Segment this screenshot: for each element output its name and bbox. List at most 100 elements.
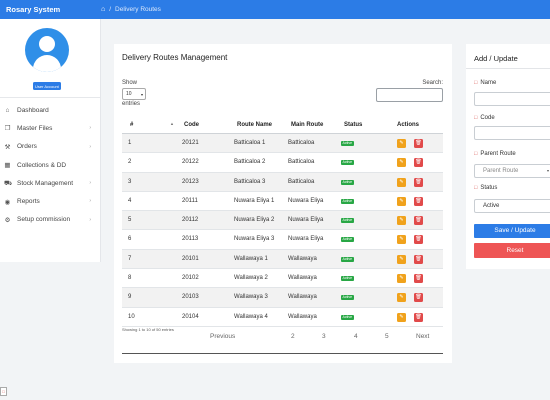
sidebar-item-setup-commission[interactable]: ⚙ Setup commission › bbox=[0, 211, 100, 229]
parent-route-placeholder: Parent Route bbox=[483, 168, 519, 174]
name-label: □ Name bbox=[474, 80, 497, 86]
status-badge: Active bbox=[341, 198, 354, 204]
sidebar-item-reports[interactable]: ◉ Reports › bbox=[0, 192, 100, 210]
search-label: Search: bbox=[422, 80, 443, 86]
cell-main-route: Batticaloa bbox=[288, 178, 315, 185]
col-route-name[interactable]: Route Name bbox=[237, 116, 272, 134]
cell-code: 20103 bbox=[182, 294, 199, 301]
chevron-down-icon: ▾ bbox=[546, 168, 549, 173]
delete-button[interactable]: 🗑 bbox=[414, 312, 423, 322]
cell-code: 20121 bbox=[182, 140, 199, 146]
cell-main-route: Nuwara Eliya bbox=[288, 217, 324, 224]
breadcrumb-separator: / bbox=[109, 6, 112, 13]
delete-button[interactable]: 🗑 bbox=[414, 274, 423, 284]
status-select[interactable]: Active bbox=[474, 199, 550, 213]
pagination-page[interactable]: 5 bbox=[385, 333, 389, 340]
entries-label: entries bbox=[122, 101, 141, 107]
delete-button[interactable]: 🗑 bbox=[414, 139, 423, 148]
col-main-route[interactable]: Main Route bbox=[291, 116, 323, 134]
edit-button[interactable]: ✎ bbox=[397, 254, 406, 264]
brand-name[interactable]: Rosary System bbox=[0, 5, 101, 14]
breadcrumb: ⌂ / Delivery Routes bbox=[101, 6, 161, 13]
sort-asc-icon[interactable]: ▲ bbox=[170, 121, 174, 126]
sidebar-item-collections-dd[interactable]: ▦ Collections & DD bbox=[0, 156, 100, 174]
edit-button[interactable]: ✎ bbox=[397, 196, 406, 206]
cell-main-route: Nuwara Eliya bbox=[288, 236, 324, 243]
delete-button[interactable]: 🗑 bbox=[414, 216, 423, 226]
cell-code: 20101 bbox=[182, 255, 199, 262]
orders-icon: ⚒ bbox=[4, 143, 11, 151]
delete-button[interactable]: 🗑 bbox=[414, 235, 423, 245]
cell-route-name: Batticaloa 3 bbox=[234, 178, 266, 185]
search-input[interactable] bbox=[376, 88, 443, 102]
form-title: Add / Update bbox=[474, 54, 518, 63]
form-divider bbox=[466, 68, 550, 69]
name-input[interactable] bbox=[474, 92, 550, 106]
edit-button[interactable]: ✎ bbox=[397, 177, 406, 187]
edit-button[interactable]: ✎ bbox=[397, 158, 406, 168]
col-code[interactable]: Code bbox=[184, 116, 199, 134]
add-update-form-card: Add / Update □ Name □ Code □ Parent Route P… bbox=[466, 44, 550, 269]
edit-button[interactable]: ✎ bbox=[397, 312, 406, 322]
pagination-previous[interactable]: Previous bbox=[210, 333, 235, 340]
cell-route-name: Wallawaya 3 bbox=[234, 294, 268, 301]
cell-route-name: Nuwara Eliya 1 bbox=[234, 197, 275, 204]
sidebar-item-dashboard[interactable]: ⌂ Dashboard bbox=[0, 101, 100, 119]
show-label: Show bbox=[122, 80, 138, 86]
cell-main-route: Batticaloa bbox=[288, 159, 315, 166]
sidebar-item-label: Reports bbox=[17, 198, 40, 206]
pagination-next[interactable]: Next bbox=[416, 333, 429, 340]
user-account-badge[interactable]: User Account bbox=[33, 82, 61, 90]
sidebar-item-label: Stock Management bbox=[17, 179, 74, 187]
pagination-page[interactable]: 4 bbox=[354, 333, 358, 340]
home-icon[interactable]: ⌂ bbox=[101, 6, 105, 13]
chevron-right-icon: › bbox=[89, 143, 91, 150]
chevron-right-icon: › bbox=[89, 180, 91, 187]
delete-button[interactable]: 🗑 bbox=[414, 254, 423, 264]
delete-button[interactable]: 🗑 bbox=[414, 293, 423, 303]
delete-button[interactable]: 🗑 bbox=[414, 196, 423, 206]
sidebar-item-label: Dashboard bbox=[17, 106, 49, 114]
cell-code: 20111 bbox=[182, 197, 198, 204]
sidebar-menu: ⌂ Dashboard ❐ Master Files › ⚒ Orders › ▦ Collect… bbox=[0, 101, 100, 229]
sidebar-item-label: Orders bbox=[17, 143, 37, 151]
sidebar-item-master-files[interactable]: ❐ Master Files › bbox=[0, 119, 100, 137]
status-badge: Active bbox=[341, 141, 354, 146]
cell-route-name: Nuwara Eliya 2 bbox=[234, 217, 275, 224]
user-avatar-icon[interactable] bbox=[25, 28, 69, 72]
page-length-value: 10 bbox=[126, 91, 132, 97]
pagination-page[interactable]: 2 bbox=[291, 333, 295, 340]
pagination-page[interactable]: 3 bbox=[322, 333, 326, 340]
table-row: 9 20103 Wallawaya 3 Wallawaya Active ✎ 🗑 bbox=[122, 288, 443, 308]
cell-main-route: Wallawaya bbox=[288, 275, 317, 282]
edit-button[interactable]: ✎ bbox=[397, 293, 406, 303]
col-status[interactable]: Status bbox=[344, 116, 362, 134]
page-title: Delivery Routes Management bbox=[122, 53, 228, 62]
delete-button[interactable]: 🗑 bbox=[414, 177, 423, 187]
parent-route-select[interactable]: Parent Route ▾ bbox=[474, 164, 550, 178]
table-scrollbar[interactable] bbox=[122, 353, 443, 354]
cell-number: 9 bbox=[128, 294, 132, 301]
page-length-select[interactable]: 10 ▾ bbox=[122, 88, 146, 100]
status-badge: Active bbox=[341, 179, 354, 185]
cell-main-route: Nuwara Eliya bbox=[288, 197, 324, 204]
master-files-icon: ❐ bbox=[4, 125, 11, 133]
code-input[interactable] bbox=[474, 126, 550, 140]
table-header: # ▲ Code Route Name Main Route Status Ac… bbox=[122, 116, 443, 134]
reset-button[interactable]: Reset bbox=[474, 243, 550, 258]
sidebar-item-orders[interactable]: ⚒ Orders › bbox=[0, 138, 100, 156]
edit-button[interactable]: ✎ bbox=[397, 235, 406, 245]
cell-route-name: Batticaloa 2 bbox=[234, 159, 266, 166]
status-badge: Active bbox=[341, 256, 354, 262]
save-update-button[interactable]: Save / Update bbox=[474, 224, 550, 238]
col-number[interactable]: # bbox=[130, 116, 133, 134]
table-body: 1 20121 Batticaloa 1 Batticaloa Active ✎ 🗑 2 201… bbox=[122, 134, 443, 327]
delete-button[interactable]: 🗑 bbox=[414, 158, 423, 168]
status-select-value: Active bbox=[483, 203, 500, 209]
sidebar-item-stock-management[interactable]: ⛟ Stock Management › bbox=[0, 174, 100, 192]
edit-button[interactable]: ✎ bbox=[397, 139, 406, 148]
table-row: 8 20102 Wallawaya 2 Wallawaya Active ✎ 🗑 bbox=[122, 269, 443, 289]
edit-button[interactable]: ✎ bbox=[397, 216, 406, 226]
edit-button[interactable]: ✎ bbox=[397, 274, 406, 284]
cell-route-name: Wallawaya 1 bbox=[234, 255, 268, 262]
